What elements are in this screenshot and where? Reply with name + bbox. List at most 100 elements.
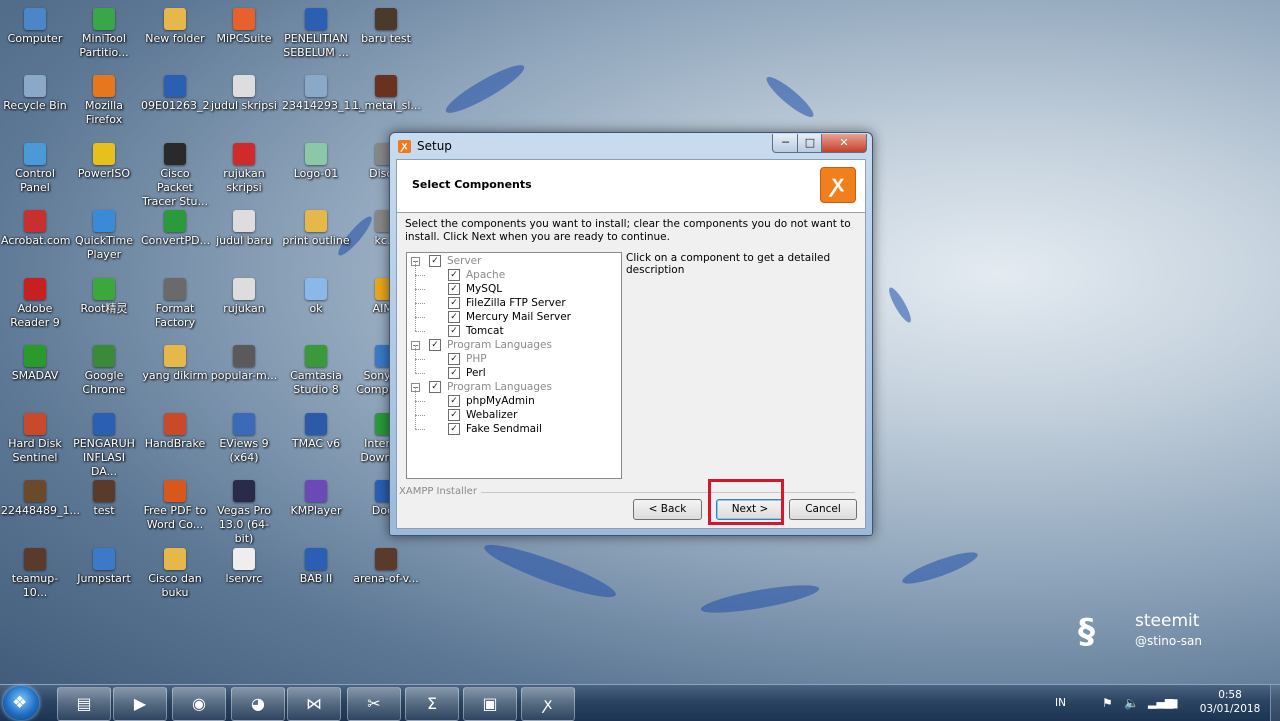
network-icon[interactable]: ▂▄▆ [1148, 685, 1173, 721]
desktop-icon[interactable]: yang dikirm [141, 345, 209, 383]
desktop-icon[interactable]: Mozilla Firefox [70, 75, 138, 127]
desktop-icon[interactable]: MiniTool Partitio... [70, 8, 138, 60]
tree-item[interactable]: ✓ Tomcat [407, 317, 617, 338]
component-checkbox[interactable]: ✓ [448, 353, 460, 365]
kmplayer-app[interactable]: ⋈ [287, 687, 341, 721]
firefox-app[interactable]: ◕ [231, 687, 285, 721]
desktop-icon[interactable]: PENELITIAN SEBELUM ... [282, 8, 350, 60]
desktop-icon[interactable]: Cisco dan buku [141, 548, 209, 600]
desktop-icon[interactable]: 22448489_1... [1, 480, 80, 518]
component-checkbox[interactable]: ✓ [448, 297, 460, 309]
desktop-icon[interactable]: Cisco Packet Tracer Stu... [141, 143, 209, 209]
desktop-icon[interactable]: Format Factory [141, 278, 209, 330]
desktop-icon[interactable]: popular-m... [210, 345, 278, 383]
desktop-icon[interactable]: test [70, 480, 138, 518]
desktop-icon[interactable]: QuickTime Player [70, 210, 138, 262]
desktop-icon[interactable]: ok [282, 278, 350, 316]
component-checkbox[interactable]: ✓ [448, 269, 460, 281]
snipping-tool-app[interactable]: ✂ [347, 687, 401, 721]
tree-item[interactable]: ✓ MySQL [407, 275, 617, 296]
back-button[interactable]: < Back [633, 499, 702, 520]
desktop-icon[interactable]: rujukan [210, 278, 278, 316]
desktop-icon[interactable]: rujukan skripsi [210, 143, 278, 195]
component-checkbox[interactable]: ✓ [448, 311, 460, 323]
tree-group[interactable]: − ✓ Program Languages [407, 338, 617, 352]
language-indicator[interactable]: IN [1055, 685, 1066, 721]
component-checkbox[interactable]: ✓ [429, 339, 441, 351]
setup-window[interactable]: ꭗ Setup ─ □ ✕ Select Components ꭗ Select… [389, 132, 873, 536]
desktop-icon[interactable]: lservrc [210, 548, 278, 586]
desktop-icon[interactable]: print outline [282, 210, 350, 248]
tree-item[interactable]: ✓ phpMyAdmin [407, 387, 617, 408]
desktop-icon[interactable]: PowerISO [70, 143, 138, 181]
desktop-icon[interactable]: Computer [1, 8, 69, 46]
desktop-icon[interactable]: Jumpstart [70, 548, 138, 586]
desktop-icon[interactable]: HandBrake [141, 413, 209, 451]
tree-group[interactable]: − ✓ Program Languages [407, 380, 617, 394]
desktop-icon[interactable]: judul skripsi [210, 75, 278, 113]
desktop-icon[interactable]: BAB II [282, 548, 350, 586]
desktop-icon[interactable]: judul baru [210, 210, 278, 248]
desktop-icon[interactable]: Google Chrome [70, 345, 138, 397]
maximize-button[interactable]: □ [797, 134, 823, 153]
explorer-app[interactable]: ▤ [57, 687, 111, 721]
minimize-button[interactable]: ─ [772, 134, 799, 153]
tree-item[interactable]: ✓ FileZilla FTP Server [407, 289, 617, 310]
desktop-icon[interactable]: Camtasia Studio 8 [282, 345, 350, 397]
media-player-app[interactable]: ▶ [113, 687, 167, 721]
tree-item[interactable]: ✓ Mercury Mail Server [407, 303, 617, 324]
tree-item[interactable]: ✓ Webalizer [407, 401, 617, 422]
desktop-icon[interactable]: Control Panel [1, 143, 69, 195]
component-checkbox[interactable]: ✓ [448, 423, 460, 435]
title-bar[interactable]: ꭗ Setup ─ □ ✕ [390, 133, 872, 159]
tree-group[interactable]: − ✓ Server [407, 254, 617, 268]
component-checkbox[interactable]: ✓ [429, 381, 441, 393]
desktop-icon[interactable]: Acrobat.com [1, 210, 70, 248]
desktop-icon[interactable]: Free PDF to Word Co... [141, 480, 209, 532]
action-center-icon[interactable]: ⚑ [1102, 685, 1113, 721]
desktop-icon[interactable]: ConvertPD... [141, 210, 210, 248]
tree-item[interactable]: ✓ Perl [407, 359, 617, 380]
show-desktop-button[interactable] [1270, 685, 1280, 721]
desktop-icon[interactable]: MiPCSuite [210, 8, 278, 46]
component-checkbox[interactable]: ✓ [448, 395, 460, 407]
desktop-icon[interactable]: KMPlayer [282, 480, 350, 518]
chrome-app-icon: ◉ [192, 694, 206, 713]
close-button[interactable]: ✕ [821, 134, 867, 153]
desktop-icon[interactable]: Vegas Pro 13.0 (64-bit) [210, 480, 278, 546]
desktop-icon[interactable]: 09E01263_2 [141, 75, 209, 113]
desktop-icon[interactable]: TMAC v6 [282, 413, 350, 451]
component-checkbox[interactable]: ✓ [448, 367, 460, 379]
desktop-icon[interactable]: Hard Disk Sentinel [1, 413, 69, 465]
desktop-icon[interactable]: New folder [141, 8, 209, 46]
component-checkbox[interactable]: ✓ [448, 283, 460, 295]
tree-item[interactable]: ✓ Apache [407, 261, 617, 282]
chrome-app[interactable]: ◉ [172, 687, 226, 721]
cancel-button[interactable]: Cancel [789, 499, 857, 520]
component-checkbox[interactable]: ✓ [448, 409, 460, 421]
desktop-icon[interactable]: PENGARUH INFLASI DA... [70, 413, 138, 479]
desktop-icon[interactable]: EViews 9 (x64) [210, 413, 278, 465]
tree-item[interactable]: ✓ Fake Sendmail [407, 415, 617, 436]
desktop-icon[interactable]: SMADAV [1, 345, 69, 383]
desktop-icon[interactable]: Adobe Reader 9 [1, 278, 69, 330]
desktop-icon[interactable]: baru test [352, 8, 420, 46]
desktop-icon[interactable]: 23414293_1... [282, 75, 361, 113]
tree-item[interactable]: ✓ PHP [407, 345, 617, 366]
component-checkbox[interactable]: ✓ [448, 325, 460, 337]
start-button[interactable]: ❖ [3, 686, 39, 720]
desktop-icon[interactable]: Recycle Bin [1, 75, 69, 113]
desktop-icon[interactable]: Root精灵 [70, 278, 138, 316]
xampp-app[interactable]: ꭗ [521, 687, 575, 721]
eviews-app[interactable]: Σ [405, 687, 459, 721]
component-checkbox[interactable]: ✓ [429, 255, 441, 267]
desktop-icon[interactable]: 1_metal_sl... [352, 75, 421, 113]
desktop-icon[interactable]: teamup-10... [1, 548, 69, 600]
clock[interactable]: 0:58 03/01/2018 [1195, 688, 1265, 716]
volume-icon[interactable]: 🔈 [1124, 685, 1139, 721]
desktop-icon[interactable]: arena-of-v... [352, 548, 420, 586]
component-tree[interactable]: − ✓ Server ✓ Apache ✓ MySQL ✓ FileZilla FTP Serv… [406, 252, 622, 479]
window-app[interactable]: ▣ [463, 687, 517, 721]
desktop-icon[interactable]: Logo-01 [282, 143, 350, 181]
power-icon[interactable]: ▮ [1172, 685, 1179, 721]
